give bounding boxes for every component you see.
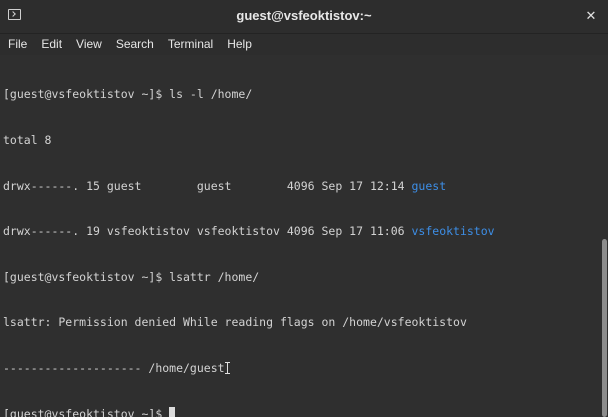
directory-name: vsfeoktistov [411,224,495,239]
directory-name: guest [411,178,447,193]
terminal-line: [guest@vsfeoktistov ~]$ [3,406,600,417]
command-prompt: [guest@vsfeoktistov ~]$ [3,406,170,417]
scrollbar-thumb[interactable] [602,239,607,417]
menu-edit[interactable]: Edit [35,34,68,55]
title-bar[interactable]: guest@vsfeoktistov:~ ✕ [0,0,608,34]
terminal-line: lsattr: Permission denied While reading … [3,315,600,330]
menu-file[interactable]: File [2,34,33,55]
menu-terminal[interactable]: Terminal [162,34,219,55]
close-icon[interactable]: ✕ [583,8,599,24]
text-cursor-icon [224,361,230,374]
terminal-line: total 8 [3,133,600,148]
output-text: drwx------. 19 vsfeoktistov vsfeoktistov… [3,224,412,239]
command-prompt: [guest@vsfeoktistov ~]$ ls -l /home/ [3,87,253,102]
terminal-line: -------------------- /home/guest [3,361,600,376]
terminal-line: [guest@vsfeoktistov ~]$ lsattr /home/ [3,270,600,285]
window-title: guest@vsfeoktistov:~ [236,8,372,23]
output-text: drwx------. 15 guest guest 4096 Sep 17 1… [3,178,412,193]
terminal-cursor [169,406,176,417]
menu-view[interactable]: View [70,34,108,55]
output-text: -------------------- /home/guest [3,360,225,375]
terminal-line: drwx------. 19 vsfeoktistov vsfeoktistov… [3,224,600,239]
menu-bar: File Edit View Search Terminal Help [0,34,608,55]
output-text: total 8 [3,133,52,147]
menu-search[interactable]: Search [110,34,160,55]
scrollbar[interactable] [600,56,608,417]
error-text: lsattr: Permission denied While reading … [3,315,467,330]
menu-help[interactable]: Help [221,34,258,55]
terminal-window: guest@vsfeoktistov:~ ✕ File Edit View Se… [0,0,608,417]
terminal-line: [guest@vsfeoktistov ~]$ ls -l /home/ [3,87,600,102]
terminal-line: drwx------. 15 guest guest 4096 Sep 17 1… [3,179,600,194]
terminal-output[interactable]: [guest@vsfeoktistov ~]$ ls -l /home/ tot… [0,56,600,417]
command-prompt: [guest@vsfeoktistov ~]$ lsattr /home/ [3,269,260,284]
